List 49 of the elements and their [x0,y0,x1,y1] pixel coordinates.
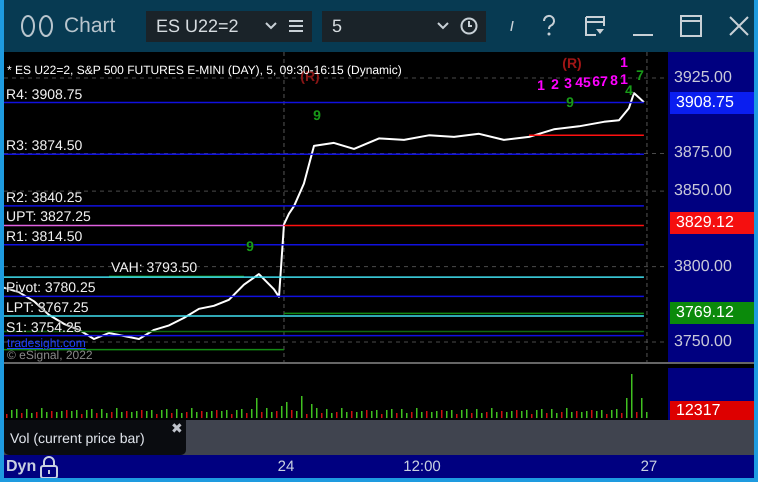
symbol-dropdown[interactable]: ES U22=2 [146,10,312,42]
tick-mark-icon [510,21,514,31]
chevron-down-icon[interactable] [264,21,278,31]
count-marker: 4 [625,83,633,97]
axis-label: 3850.00 [674,181,732,202]
count-marker: 2 [551,77,559,91]
price-badge: 3829.12 [670,212,754,234]
count-marker: 1 [537,78,545,92]
close-button[interactable]: ✖ [171,421,183,435]
chevron-down-icon[interactable] [436,21,450,31]
maximize-icon[interactable] [680,15,702,37]
count-marker: 8 [610,73,618,87]
price-badge: 3908.75 [670,92,754,114]
count-marker: (R) [562,56,582,70]
level-label: Pivot: 3780.25 [6,279,96,296]
menu-icon[interactable] [288,19,304,33]
link-icon[interactable] [20,14,54,38]
level-label: VAH: 3793.50 [111,259,198,276]
axis-label: 24 [278,458,294,475]
count-marker: 1 [620,72,628,86]
level-label: R3: 3874.50 [6,137,82,154]
count-marker: 9 [313,108,321,122]
axis-label: 3925.00 [674,68,732,88]
lock-icon[interactable] [40,454,58,478]
indicator-label: Vol (current price bar) [10,430,145,446]
level-label: R2: 3840.25 [6,188,82,205]
count-marker: 45 [575,75,591,89]
count-marker: 1 [620,55,628,69]
count-marker: 3 [564,76,572,90]
axis-label: 3800.00 [674,256,732,277]
mode-label: Dyn [6,458,36,476]
axis-label: 3875.00 [674,143,732,164]
time-label: 12:00 [403,458,441,475]
close-icon[interactable] [728,15,750,37]
level-label: R4: 3908.75 [6,86,82,102]
window-title: Chart [64,14,116,38]
help-icon[interactable] [540,14,558,38]
level-label: UPT: 3827.25 [6,208,91,224]
axis-label: 3750.00 [674,332,732,352]
volume-badge: 12317 [670,401,754,420]
count-marker: 7 [636,68,644,82]
tray-icon[interactable] [584,15,606,37]
interval-dropdown[interactable]: 5 [322,10,486,42]
axis-label: 27 [640,458,658,475]
copyright-text: © eSignal, 2022 [7,349,93,361]
count-marker: 67 [592,74,608,88]
level-label: R1: 3814.50 [6,228,82,244]
price-badge: 3769.12 [670,302,754,324]
clock-icon[interactable] [460,17,478,35]
